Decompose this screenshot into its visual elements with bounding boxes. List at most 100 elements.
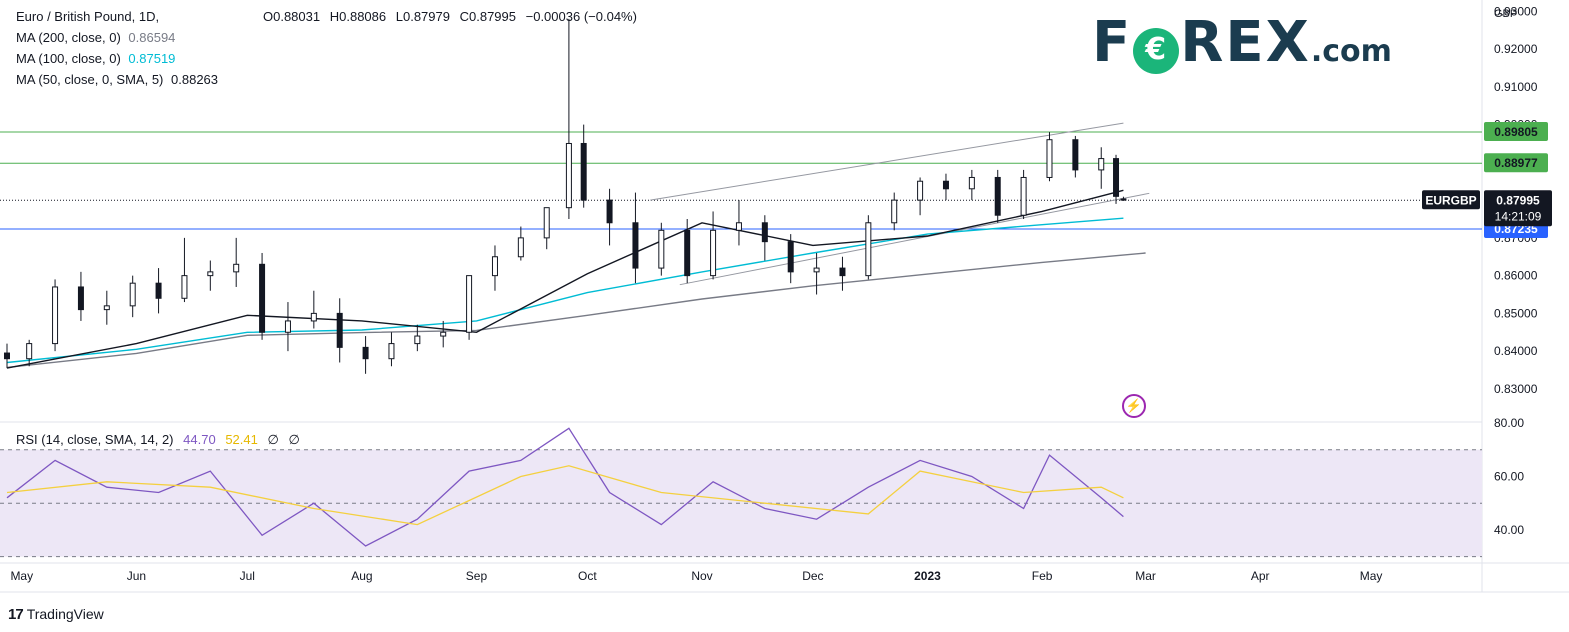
candle-body — [917, 180, 924, 201]
ma200-value: 0.86594 — [128, 30, 176, 45]
time-tick-label: Nov — [691, 569, 712, 583]
time-tick-label: Feb — [1032, 569, 1053, 583]
price-tick-label: 0.84000 — [1494, 344, 1538, 358]
candle-body — [310, 312, 317, 322]
candle-body — [1098, 158, 1105, 171]
lightning-icon[interactable]: ⚡ — [1122, 394, 1146, 418]
price-tick-label: 0.91000 — [1494, 80, 1538, 94]
candle-body — [787, 241, 794, 273]
candle-body — [155, 282, 162, 299]
candle-body — [891, 199, 898, 224]
time-tick-label: Aug — [351, 569, 372, 583]
ma50-legend[interactable]: MA (50, close, 0, SMA, 5) 0.88263 — [16, 72, 222, 87]
candle-body — [466, 275, 473, 333]
rsi-extra-1: ∅ — [267, 432, 279, 447]
chart-canvas[interactable]: GBP0.930000.920000.910000.900000.890000.… — [0, 0, 1569, 632]
candle-body — [491, 256, 498, 277]
candle-body — [606, 199, 613, 224]
price-tick-label: 0.86000 — [1494, 269, 1538, 283]
candle-body — [839, 267, 846, 277]
candle-body — [761, 222, 768, 243]
logo-suffix: .com — [1310, 34, 1392, 69]
candle-body — [1020, 176, 1027, 216]
ohlc-readout: O0.88031 H0.88086 L0.87979 C0.87995 −0.0… — [263, 9, 643, 24]
candle-body — [414, 335, 421, 345]
symbol-title-text: Euro / British Pound, 1D, — [16, 9, 160, 24]
ohlc-change: −0.00036 (−0.04%) — [525, 9, 637, 24]
logo-letters-rex: REX — [1180, 10, 1311, 75]
symbol-tag: EURGBP — [1425, 193, 1476, 207]
time-tick-label: Dec — [802, 569, 823, 583]
candle-body — [129, 282, 136, 307]
candle-body — [77, 286, 84, 311]
ma50-value: 0.88263 — [171, 72, 219, 87]
euro-coin-icon — [1133, 27, 1180, 74]
ma100-legend[interactable]: MA (100, close, 0) 0.87519 — [16, 51, 179, 66]
candle-body — [440, 331, 447, 337]
candle-body — [1046, 139, 1053, 178]
time-tick-label: Sep — [466, 569, 488, 583]
candle-body — [735, 222, 742, 231]
candle-body — [1113, 158, 1120, 197]
rsi-tick-label: 40.00 — [1494, 523, 1524, 537]
candle-body — [233, 263, 240, 273]
candle-body — [565, 142, 572, 209]
time-tick-label: Jun — [127, 569, 146, 583]
price-tick-label: 0.93000 — [1494, 4, 1538, 18]
tradingview-brand: TradingView — [26, 606, 104, 622]
tradingview-footer[interactable]: 17 TradingView — [8, 606, 104, 623]
candle-body — [632, 222, 639, 269]
ohlc-open: O0.88031 — [263, 9, 321, 24]
rsi-sma-value: 52.41 — [225, 432, 258, 447]
candle-body — [1072, 139, 1079, 171]
price-tick-label: 0.92000 — [1494, 42, 1538, 56]
ma50-line — [6, 189, 1124, 369]
time-tick-label: Mar — [1135, 569, 1156, 583]
ma200-legend[interactable]: MA (200, close, 0) 0.86594 — [16, 30, 179, 45]
ma100-value: 0.87519 — [128, 51, 176, 66]
rsi-tick-label: 80.00 — [1494, 416, 1524, 430]
time-tick-label: Apr — [1251, 569, 1270, 583]
candle-body — [52, 286, 59, 345]
candle-body — [388, 343, 395, 360]
trend-channel-lower — [679, 192, 1150, 286]
candle-body — [968, 176, 975, 190]
rsi-legend[interactable]: RSI (14, close, SMA, 14, 2) 44.70 52.41 … — [16, 432, 306, 448]
ma100-line — [6, 217, 1124, 364]
candle-body — [942, 180, 949, 190]
time-tick-label: 2023 — [914, 569, 941, 583]
candle-body — [103, 305, 110, 311]
price-tick-label: 0.83000 — [1494, 382, 1538, 396]
ohlc-high: H0.88086 — [329, 9, 387, 24]
rsi-value: 44.70 — [183, 432, 216, 447]
rsi-extra-2: ∅ — [288, 432, 300, 447]
ohlc-low: L0.87979 — [395, 9, 450, 24]
level-tag-1: 0.89805 — [1494, 125, 1538, 139]
countdown-tag: 14:21:09 — [1495, 209, 1542, 223]
candle-body — [284, 320, 291, 333]
time-tick-label: May — [10, 569, 33, 583]
tradingview-logo-icon: 17 — [8, 606, 24, 623]
candle-body — [710, 229, 717, 277]
candle-body — [259, 263, 266, 333]
last-price-tag: 0.87995 — [1496, 193, 1540, 207]
candle-body — [207, 271, 214, 277]
rsi-tick-label: 60.00 — [1494, 469, 1524, 483]
ma200-line — [6, 252, 1146, 369]
symbol-title: Euro / British Pound, 1D, — [16, 9, 163, 24]
candle-body — [4, 352, 10, 360]
candle-body — [658, 229, 665, 269]
candle-body — [336, 312, 343, 348]
candle-body — [865, 222, 872, 277]
price-tick-label: 0.85000 — [1494, 306, 1538, 320]
candle-body — [994, 176, 1001, 216]
ohlc-close: C0.87995 — [459, 9, 516, 24]
candle-body — [684, 229, 691, 277]
time-tick-label: Oct — [578, 569, 597, 583]
candle-body — [26, 343, 33, 360]
time-tick-label: Jul — [240, 569, 255, 583]
candle-body — [580, 142, 587, 201]
rsi-label: RSI (14, close, SMA, 14, 2) — [16, 432, 174, 447]
ma50-label: MA (50, close, 0, SMA, 5) — [16, 72, 164, 87]
time-tick-label: May — [1360, 569, 1383, 583]
